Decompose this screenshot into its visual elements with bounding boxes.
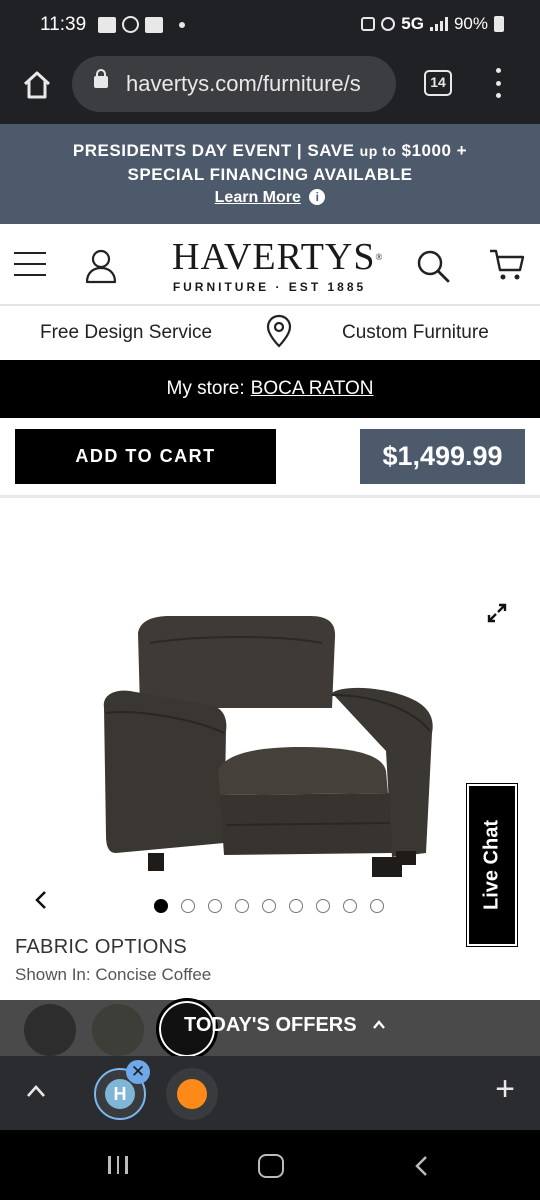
my-store-label: My store: bbox=[166, 378, 245, 399]
lock-icon bbox=[94, 69, 108, 88]
slide-dot[interactable] bbox=[289, 899, 303, 913]
todays-offers-label: TODAY'S OFFERS bbox=[184, 1014, 357, 1036]
browser-bottom-toolbar: H ✕ + bbox=[0, 1056, 540, 1130]
recent-apps-icon[interactable] bbox=[108, 1156, 128, 1174]
browser-toolbar: havertys.com/furniture/s 14 bbox=[0, 50, 540, 124]
status-time: 11:39 bbox=[40, 14, 87, 35]
close-icon[interactable]: ✕ bbox=[126, 1060, 150, 1084]
fabric-swatch[interactable] bbox=[24, 1004, 76, 1056]
promo-headline-amount: $1000 + bbox=[401, 141, 468, 160]
fabric-shown-in: Shown In: Concise Coffee bbox=[15, 965, 212, 984]
battery-icon bbox=[494, 16, 504, 32]
product-gallery: Live Chat bbox=[0, 498, 540, 947]
live-chat-label: Live Chat bbox=[480, 819, 503, 911]
learn-more-link[interactable]: Learn More bbox=[215, 189, 301, 206]
notification-icons bbox=[98, 16, 185, 33]
price-tag: $1,499.99 bbox=[360, 429, 525, 484]
slide-dot[interactable] bbox=[208, 899, 222, 913]
havertys-logo[interactable]: HAVERTYS® FURNITURE · EST 1885 bbox=[172, 238, 382, 294]
free-design-service-link[interactable]: Free Design Service bbox=[40, 322, 212, 344]
live-chat-button[interactable]: Live Chat bbox=[466, 783, 518, 947]
account-icon[interactable] bbox=[84, 248, 118, 284]
product-image-chair[interactable] bbox=[100, 613, 440, 898]
hamburger-menu-icon[interactable] bbox=[14, 252, 46, 276]
logo-wordmark: HAVERTYS® bbox=[172, 238, 382, 276]
havertys-app-icon: H bbox=[105, 1079, 135, 1109]
promo-headline-small: up to bbox=[359, 143, 397, 159]
promo-subline: SPECIAL FINANCING AVAILABLE bbox=[127, 165, 413, 184]
logo-registered-mark: ® bbox=[375, 252, 384, 262]
logo-tagline: FURNITURE · EST 1885 bbox=[172, 280, 367, 294]
alarm-icon bbox=[381, 17, 396, 31]
fabric-options-heading: FABRIC OPTIONS bbox=[15, 936, 188, 958]
info-icon[interactable]: i bbox=[309, 189, 326, 205]
location-pin-icon[interactable] bbox=[266, 314, 292, 348]
slide-dot[interactable] bbox=[316, 899, 330, 913]
status-bar: 11:39 5G 90% bbox=[0, 0, 540, 50]
shortcut-badge[interactable] bbox=[166, 1068, 218, 1120]
home-nav-icon[interactable] bbox=[258, 1154, 284, 1178]
promo-headline-text: PRESIDENTS DAY EVENT | SAVE bbox=[72, 141, 355, 160]
browser-menu-icon[interactable] bbox=[494, 68, 502, 98]
previous-slide-icon[interactable] bbox=[30, 888, 54, 912]
slide-indicator bbox=[154, 899, 384, 913]
signal-icon bbox=[429, 17, 448, 31]
todays-offers-bar[interactable]: TODAY'S OFFERS bbox=[0, 998, 540, 1060]
custom-furniture-link[interactable]: Custom Furniture bbox=[342, 322, 489, 344]
slide-dot[interactable] bbox=[262, 899, 276, 913]
tab-switcher-button[interactable]: 14 bbox=[424, 70, 452, 96]
promo-headline: PRESIDENTS DAY EVENT | SAVE up to $1000 … bbox=[0, 141, 540, 161]
services-strip: Free Design Service Custom Furniture bbox=[0, 306, 540, 360]
add-to-cart-button[interactable]: ADD TO CART bbox=[15, 429, 276, 484]
battery-percent: 90% bbox=[453, 14, 488, 33]
logo-wordmark-text: HAVERTYS bbox=[172, 236, 376, 278]
chrome-icon bbox=[122, 16, 139, 33]
purchase-bar: ADD TO CART $1,499.99 bbox=[0, 418, 540, 498]
system-status: 5G 90% bbox=[361, 14, 504, 34]
slide-dot[interactable] bbox=[235, 899, 249, 913]
back-icon[interactable] bbox=[412, 1154, 432, 1178]
home-icon[interactable] bbox=[20, 68, 54, 102]
site-header: HAVERTYS® FURNITURE · EST 1885 bbox=[0, 224, 540, 306]
add-shortcut-button[interactable]: + bbox=[490, 1072, 520, 1106]
app-notification-icon bbox=[98, 16, 116, 33]
flame-app-icon bbox=[177, 1079, 207, 1109]
more-notifications-icon bbox=[179, 21, 185, 28]
slide-dot[interactable] bbox=[370, 899, 384, 913]
my-store-bar: My store: BOCA RATON bbox=[0, 360, 540, 418]
promo-learn-more: Learn More i bbox=[0, 189, 540, 207]
cart-icon[interactable] bbox=[488, 248, 526, 282]
chevron-up-icon[interactable] bbox=[24, 1082, 48, 1100]
url-text: havertys.com/furniture/s bbox=[126, 71, 361, 96]
slide-dot-active[interactable] bbox=[154, 899, 168, 913]
slide-dot[interactable] bbox=[343, 899, 357, 913]
store-name-link[interactable]: BOCA RATON bbox=[251, 378, 374, 399]
expand-icon[interactable] bbox=[486, 602, 508, 624]
slide-dot[interactable] bbox=[181, 899, 195, 913]
chevron-up-icon bbox=[373, 1020, 385, 1029]
fabric-swatch[interactable] bbox=[92, 1004, 144, 1056]
address-bar[interactable]: havertys.com/furniture/s bbox=[72, 56, 396, 112]
search-icon[interactable] bbox=[415, 248, 451, 284]
gallery-icon bbox=[145, 16, 163, 33]
network-type: 5G bbox=[401, 14, 424, 33]
promo-banner: PRESIDENTS DAY EVENT | SAVE up to $1000 … bbox=[0, 124, 540, 224]
sync-icon bbox=[361, 17, 376, 31]
system-navigation-bar bbox=[0, 1130, 540, 1200]
